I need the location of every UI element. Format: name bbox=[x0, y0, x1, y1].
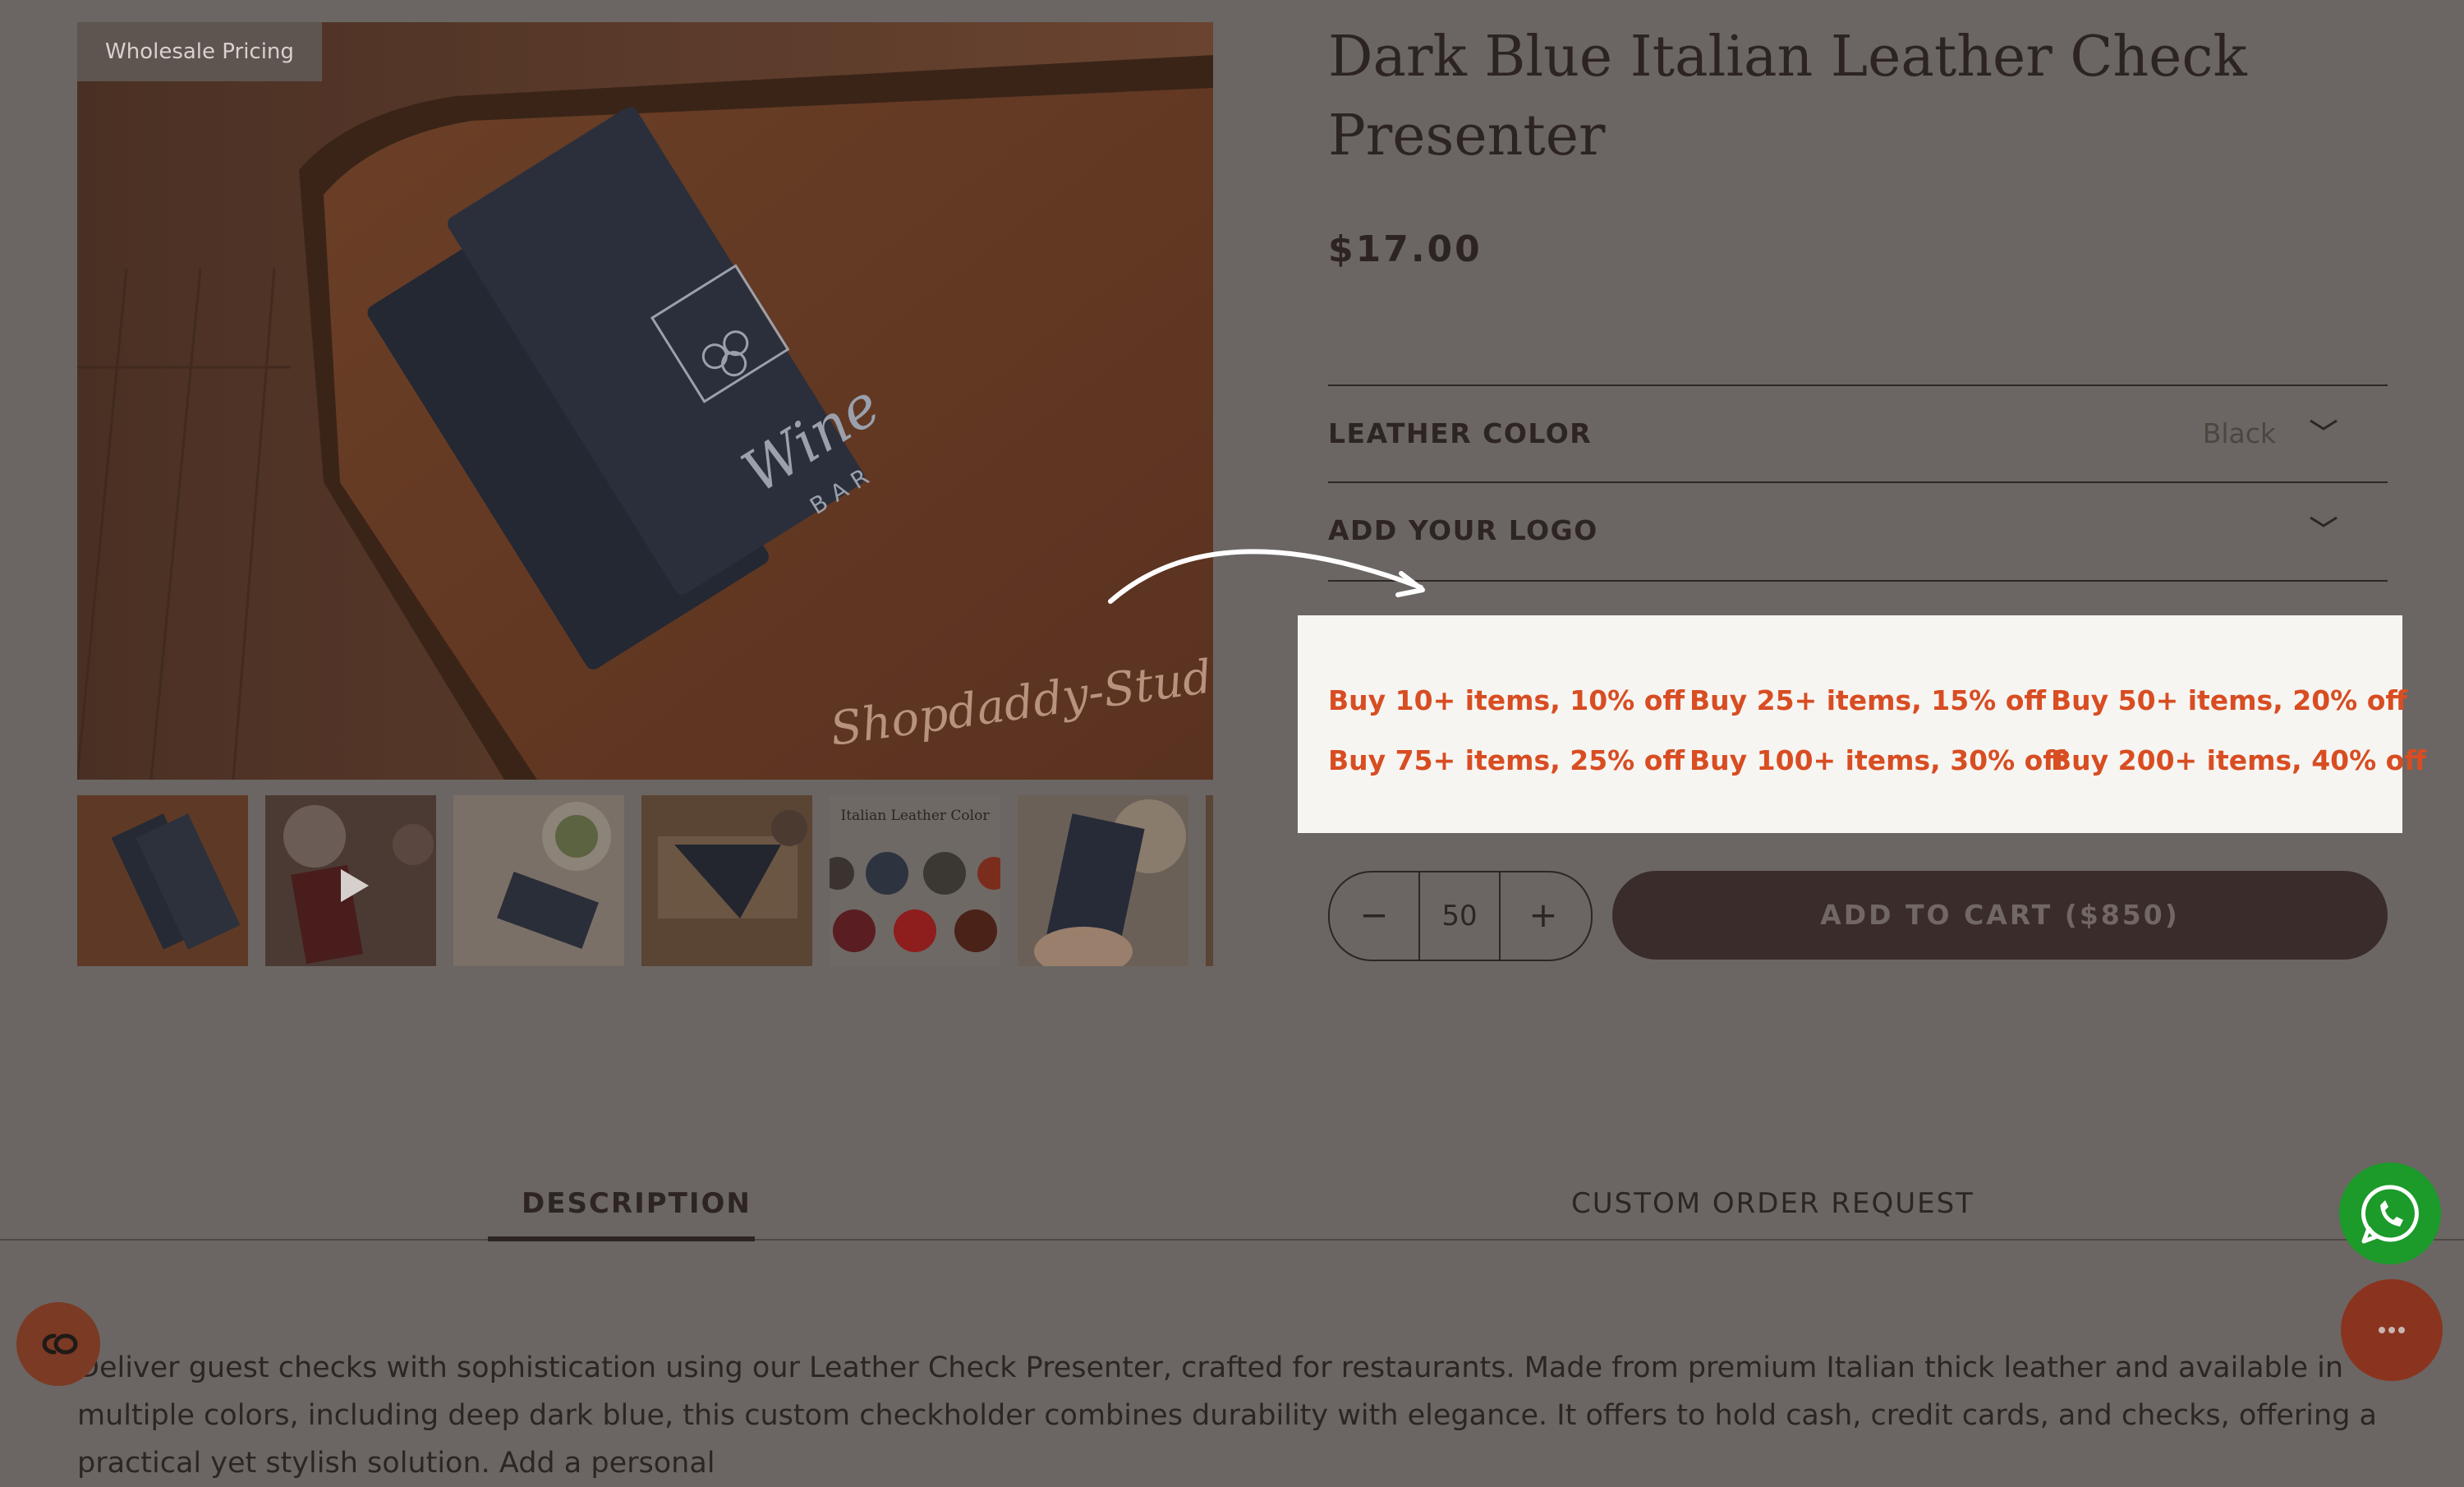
discount-tier: Buy 200+ items, 40% off bbox=[2051, 744, 2427, 776]
chevron-down-icon bbox=[2310, 516, 2338, 527]
thumbnail-5-color-swatches[interactable]: Italian Leather Color bbox=[830, 795, 1000, 966]
product-description: Deliver guest checks with sophistication… bbox=[77, 1351, 2377, 1480]
option-selected-value: Black bbox=[2202, 417, 2276, 449]
product-title: Dark Blue Italian Leather Check Presente… bbox=[1328, 25, 2247, 168]
cookie-consent-icon bbox=[42, 1333, 78, 1355]
option-leather-color[interactable]: LEATHER COLOR Black bbox=[1328, 384, 2388, 483]
wholesale-pricing-badge: Wholesale Pricing bbox=[77, 22, 322, 81]
chat-button[interactable] bbox=[2341, 1279, 2443, 1381]
thumbnail-3[interactable] bbox=[453, 795, 624, 966]
tab-custom-order-request[interactable]: CUSTOM ORDER REQUEST bbox=[1571, 1187, 1974, 1220]
whatsapp-button[interactable] bbox=[2339, 1162, 2441, 1264]
quantity-stepper: − + bbox=[1328, 871, 1593, 961]
discount-tier: Buy 100+ items, 30% off bbox=[1689, 744, 2066, 776]
thumbnail-7[interactable] bbox=[1206, 795, 1213, 966]
option-label: LEATHER COLOR bbox=[1328, 417, 1593, 449]
cookie-consent-button[interactable] bbox=[16, 1302, 100, 1386]
add-to-cart-button[interactable]: ADD TO CART ($850) bbox=[1612, 871, 2388, 960]
quantity-input[interactable] bbox=[1418, 872, 1501, 960]
chevron-down-icon bbox=[2310, 419, 2338, 430]
discount-tier: Buy 25+ items, 15% off bbox=[1689, 684, 2047, 716]
increase-quantity-button[interactable]: + bbox=[1499, 872, 1588, 960]
thumbnail-4[interactable] bbox=[641, 795, 812, 966]
thumbnail-2-video[interactable] bbox=[265, 795, 436, 966]
product-price: $17.00 bbox=[1328, 228, 1483, 270]
discount-tier: Buy 75+ items, 25% off bbox=[1328, 744, 1685, 776]
curved-arrow-icon bbox=[1108, 549, 1425, 604]
discount-tier: Buy 50+ items, 20% off bbox=[2051, 684, 2408, 716]
whatsapp-icon bbox=[2361, 1185, 2419, 1244]
swatches-caption: Italian Leather Color bbox=[841, 808, 991, 824]
tab-description[interactable]: DESCRIPTION bbox=[522, 1187, 752, 1220]
option-add-your-logo[interactable]: ADD YOUR LOGO bbox=[1328, 481, 2388, 582]
decrease-quantity-button[interactable]: − bbox=[1330, 872, 1418, 960]
volume-discount-panel: Buy 10+ items, 10% off Buy 25+ items, 15… bbox=[1298, 615, 2426, 833]
thumbnail-strip: Italian Leather Color bbox=[77, 795, 1213, 966]
active-tab-indicator bbox=[488, 1236, 755, 1241]
tabs-divider bbox=[0, 1239, 2464, 1241]
main-product-image[interactable]: Wine BAR Shopdaddy-Studio bbox=[77, 22, 1213, 780]
discount-tier: Buy 10+ items, 10% off bbox=[1328, 684, 1685, 716]
thumbnail-6[interactable] bbox=[1018, 795, 1188, 966]
chat-icon bbox=[2379, 1327, 2405, 1333]
thumbnail-1[interactable] bbox=[77, 795, 248, 966]
